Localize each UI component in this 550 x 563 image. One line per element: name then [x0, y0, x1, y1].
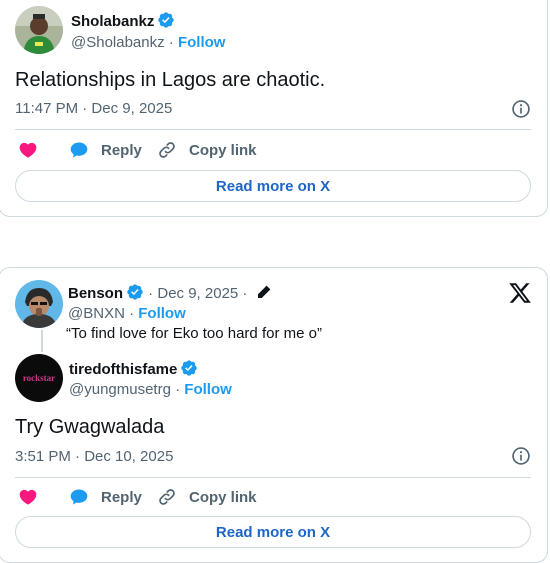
tweet-text: Relationships in Lagos are chaotic. [15, 69, 326, 91]
copy-link-label: Copy link [189, 488, 257, 506]
follow-link[interactable]: Follow [178, 34, 226, 51]
reply-handle-line: @yungmusetrg · Follow [69, 381, 232, 398]
x-logo-icon[interactable] [508, 281, 532, 305]
embedded-tweet-card-2: Benson · Dec 9, 2025 · @BNXN · Follow “T… [0, 267, 548, 563]
separator-dot: · [129, 305, 135, 322]
parent-date[interactable]: Dec 9, 2025 [157, 285, 238, 302]
reply-tweet-text: Try Gwagwalada [15, 416, 165, 438]
read-more-button[interactable]: Read more on X [15, 170, 531, 202]
parent-tweet-text: “To find love for Eko too hard for me o” [66, 325, 322, 342]
separator-dot: · [168, 34, 174, 51]
embedded-tweet-card-1: Sholabankz @Sholabankz · Follow Relation… [0, 0, 548, 217]
link-icon [159, 142, 175, 158]
reply-label: Reply [101, 141, 142, 159]
info-icon[interactable] [511, 99, 531, 119]
svg-text:rockstar: rockstar [23, 373, 55, 383]
reply-author-name-text[interactable]: tiredofthisfame [69, 361, 177, 378]
author-handle-line: @Sholabankz · Follow [71, 34, 225, 51]
parent-author-name[interactable]: Benson · Dec 9, 2025 · [68, 283, 273, 302]
reply-label: Reply [101, 488, 142, 506]
copy-link-label: Copy link [189, 141, 257, 159]
verified-badge-icon [127, 284, 143, 300]
like-button[interactable] [18, 140, 50, 160]
reply-avatar[interactable]: rockstar [15, 354, 63, 402]
parent-handle-line: @BNXN · Follow [68, 305, 186, 322]
reply-button[interactable]: Reply [69, 487, 142, 507]
tweet-timestamp[interactable]: 11:47 PM · Dec 9, 2025 [15, 100, 172, 117]
link-icon [159, 489, 175, 505]
divider [15, 129, 531, 130]
verified-badge-icon [181, 360, 198, 376]
reply-author-name[interactable]: tiredofthisfame [69, 359, 198, 378]
divider [15, 477, 531, 478]
reply-bubble-icon [70, 489, 88, 505]
reply-author-handle[interactable]: @yungmusetrg [69, 381, 171, 398]
author-name-text[interactable]: Sholabankz [71, 13, 154, 30]
author-name[interactable]: Sholabankz [71, 11, 175, 30]
parent-author-handle[interactable]: @BNXN [68, 305, 125, 322]
like-button[interactable] [18, 487, 50, 507]
separator-dot: · [175, 381, 181, 398]
reply-follow-link[interactable]: Follow [184, 381, 232, 398]
heart-icon [19, 142, 37, 158]
avatar[interactable] [15, 6, 63, 54]
reply-button[interactable]: Reply [69, 140, 142, 160]
thread-connector [41, 330, 43, 352]
copy-link-button[interactable]: Copy link [157, 487, 257, 507]
reply-timestamp[interactable]: 3:51 PM · Dec 10, 2025 [15, 448, 173, 465]
separator-dot: · [144, 285, 158, 302]
author-handle[interactable]: @Sholabankz [71, 34, 165, 51]
verified-badge-icon [158, 12, 175, 28]
heart-icon [19, 489, 37, 505]
separator-dot: · [238, 285, 252, 302]
read-more-button[interactable]: Read more on X [15, 516, 531, 548]
parent-follow-link[interactable]: Follow [138, 305, 186, 322]
parent-author-name-text[interactable]: Benson [68, 285, 123, 302]
copy-link-button[interactable]: Copy link [157, 140, 257, 160]
parent-avatar[interactable] [15, 280, 63, 328]
edit-pencil-icon [256, 285, 270, 299]
reply-bubble-icon [70, 142, 88, 158]
info-icon[interactable] [511, 446, 531, 466]
